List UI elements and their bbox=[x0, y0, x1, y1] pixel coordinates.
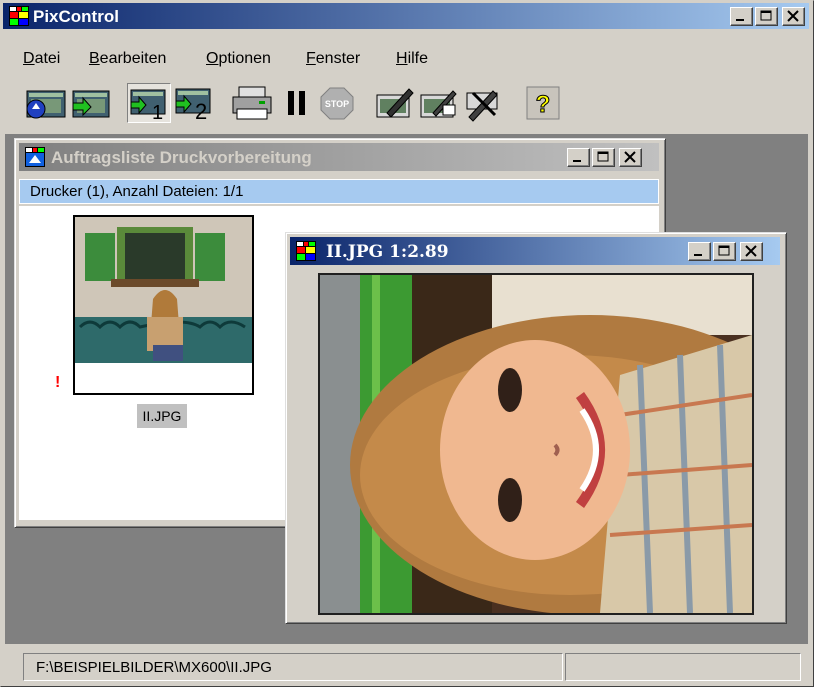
job-minimize-button[interactable] bbox=[567, 148, 590, 167]
svg-text:2: 2 bbox=[195, 99, 207, 123]
printer-1-icon: 1 bbox=[130, 89, 166, 124]
job-maximize-button[interactable] bbox=[592, 148, 615, 167]
pause-icon bbox=[288, 91, 305, 115]
tools-button[interactable] bbox=[461, 83, 505, 123]
image-viewer-title: II.JPG 1:2.89 bbox=[326, 242, 449, 262]
minimize-button[interactable] bbox=[730, 7, 753, 26]
job-window-icon[interactable] bbox=[25, 147, 45, 167]
printer-status-header: Drucker (1), Anzahl Dateien: 1/1 bbox=[19, 179, 659, 204]
image-window-icon[interactable] bbox=[296, 241, 316, 261]
close-button[interactable] bbox=[782, 7, 805, 26]
printer-status-text: Drucker (1), Anzahl Dateien: 1/1 bbox=[30, 183, 244, 200]
maximize-icon bbox=[718, 245, 730, 256]
minimize-icon bbox=[736, 19, 744, 21]
menu-optionen[interactable]: Optionen bbox=[206, 50, 271, 68]
help-button[interactable]: ? bbox=[523, 83, 563, 123]
status-bar: F:\BEISPIELBILDER\MX600\II.JPG bbox=[3, 650, 809, 684]
edit-image-icon bbox=[376, 88, 414, 118]
image-viewer-title-bar[interactable]: II.JPG 1:2.89 bbox=[290, 237, 780, 265]
main-title-bar[interactable]: PixControl bbox=[3, 3, 809, 29]
image-viewer-window: II.JPG 1:2.89 bbox=[285, 232, 787, 624]
status-right-pane bbox=[565, 653, 801, 681]
thumbnail[interactable] bbox=[73, 215, 254, 395]
image-close-button[interactable] bbox=[740, 242, 763, 261]
pause-button[interactable] bbox=[279, 83, 315, 123]
print-button[interactable] bbox=[229, 83, 275, 123]
printer-2-icon: 2 bbox=[175, 88, 211, 124]
edit-image-2-button[interactable] bbox=[417, 83, 461, 123]
toolbar: 1 2 STOP ? bbox=[3, 70, 809, 130]
stop-button[interactable]: STOP bbox=[317, 83, 357, 123]
printer-2-button[interactable]: 2 bbox=[173, 83, 217, 124]
thumbnail-image bbox=[75, 217, 252, 393]
print-icon bbox=[232, 86, 272, 120]
close-icon bbox=[624, 151, 636, 163]
warning-indicator: ! bbox=[55, 374, 61, 391]
add-file-button[interactable] bbox=[69, 83, 113, 123]
svg-text:STOP: STOP bbox=[325, 99, 349, 109]
svg-text:?: ? bbox=[536, 91, 551, 118]
close-icon bbox=[787, 10, 799, 22]
thumbnail-filename[interactable]: II.JPG bbox=[137, 404, 187, 428]
job-close-button[interactable] bbox=[619, 148, 642, 167]
status-path: F:\BEISPIELBILDER\MX600\II.JPG bbox=[36, 659, 272, 676]
menu-bearbeiten[interactable]: Bearbeiten bbox=[89, 50, 166, 68]
help-icon: ? bbox=[526, 86, 560, 120]
open-file-icon bbox=[26, 90, 66, 119]
svg-text:1: 1 bbox=[152, 102, 163, 122]
photo-image bbox=[320, 275, 752, 613]
minimize-icon bbox=[694, 254, 702, 256]
job-list-title: Auftragsliste Druckvorbereitung bbox=[51, 148, 312, 167]
status-path-pane: F:\BEISPIELBILDER\MX600\II.JPG bbox=[23, 653, 563, 681]
maximize-icon bbox=[760, 10, 772, 21]
image-maximize-button[interactable] bbox=[713, 242, 736, 261]
job-list-title-bar[interactable]: Auftragsliste Druckvorbereitung bbox=[19, 143, 659, 171]
maximize-icon bbox=[597, 151, 609, 162]
app-title: PixControl bbox=[33, 7, 119, 26]
edit-image-button[interactable] bbox=[373, 83, 417, 123]
add-file-icon bbox=[72, 90, 110, 118]
app-icon[interactable] bbox=[9, 6, 29, 26]
close-icon bbox=[745, 245, 757, 257]
menu-bar: Datei Bearbeiten Optionen Fenster Hilfe bbox=[3, 30, 809, 67]
image-canvas[interactable] bbox=[318, 273, 754, 615]
tools-icon bbox=[466, 90, 498, 122]
menu-hilfe[interactable]: Hilfe bbox=[396, 50, 428, 68]
menu-datei[interactable]: Datei bbox=[23, 50, 60, 68]
edit-image-2-icon bbox=[420, 90, 457, 118]
image-minimize-button[interactable] bbox=[688, 242, 711, 261]
minimize-icon bbox=[573, 160, 581, 162]
printer-1-button[interactable]: 1 bbox=[127, 83, 171, 124]
open-button[interactable] bbox=[23, 83, 69, 123]
stop-icon: STOP bbox=[320, 87, 354, 120]
menu-fenster[interactable]: Fenster bbox=[306, 50, 360, 68]
maximize-button[interactable] bbox=[755, 7, 778, 26]
